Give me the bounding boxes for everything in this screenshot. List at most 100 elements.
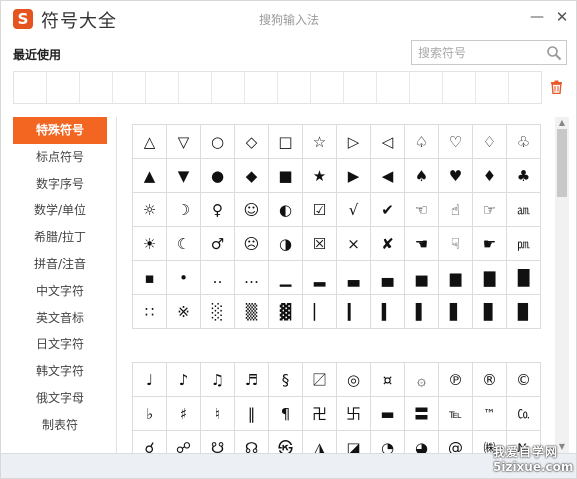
sidebar-item-2[interactable]: 数字序号 — [13, 171, 107, 198]
recent-symbol-cell[interactable] — [377, 72, 410, 103]
symbol-cell[interactable]: ▬ — [371, 397, 405, 431]
symbol-cell[interactable]: ▂ — [303, 261, 337, 295]
symbol-cell[interactable]: ◀ — [371, 159, 405, 193]
symbol-cell[interactable]: ♀ — [201, 193, 235, 227]
symbol-cell[interactable]: ☺ — [235, 193, 269, 227]
recent-symbol-cell[interactable] — [344, 72, 377, 103]
symbol-cell[interactable]: 卐 — [337, 397, 371, 431]
symbol-cell[interactable]: © — [507, 363, 541, 397]
sidebar-item-10[interactable]: 俄文字母 — [13, 385, 107, 412]
trash-icon[interactable] — [550, 80, 563, 94]
symbol-cell[interactable]: ✔ — [371, 193, 405, 227]
symbol-cell[interactable]: ㏇ — [507, 397, 541, 431]
sidebar-item-5[interactable]: 拼音/注音 — [13, 251, 107, 278]
symbol-cell[interactable]: ☽ — [167, 193, 201, 227]
symbol-cell[interactable]: ♩ — [133, 363, 167, 397]
symbol-cell[interactable]: ♧ — [507, 125, 541, 159]
symbol-cell[interactable]: ♢ — [473, 125, 507, 159]
symbol-cell[interactable]: ▓ — [269, 295, 303, 329]
symbol-cell[interactable]: ○ — [201, 125, 235, 159]
symbol-cell[interactable]: ▅ — [405, 261, 439, 295]
symbol-cell[interactable]: ¤ — [371, 363, 405, 397]
symbol-cell[interactable]: ▊ — [473, 295, 507, 329]
recent-symbol-cell[interactable] — [311, 72, 344, 103]
symbol-cell[interactable]: ☹ — [235, 227, 269, 261]
symbol-cell[interactable]: ‥ — [201, 261, 235, 295]
symbol-cell[interactable]: ◕ — [405, 431, 439, 453]
symbol-cell[interactable]: ♬ — [235, 363, 269, 397]
symbol-cell[interactable]: ※ — [167, 295, 201, 329]
symbol-cell[interactable]: ۞ — [405, 363, 439, 397]
sidebar-item-0[interactable]: 特殊符号 — [13, 117, 107, 144]
symbol-cell[interactable]: ▪ — [133, 261, 167, 295]
symbol-cell[interactable]: ☼ — [133, 193, 167, 227]
symbol-cell[interactable]: ◐ — [269, 193, 303, 227]
symbol-cell[interactable]: √ — [337, 193, 371, 227]
recent-symbol-cell[interactable] — [212, 72, 245, 103]
symbol-cell[interactable]: ▶ — [337, 159, 371, 193]
symbol-cell[interactable]: ☊ — [235, 431, 269, 453]
symbol-cell[interactable]: ☆ — [303, 125, 337, 159]
symbol-cell[interactable]: ♤ — [405, 125, 439, 159]
sidebar-item-4[interactable]: 希腊/拉丁 — [13, 224, 107, 251]
symbol-cell[interactable]: ♂ — [201, 227, 235, 261]
symbol-cell[interactable]: ☟ — [439, 227, 473, 261]
recent-symbol-cell[interactable] — [410, 72, 443, 103]
symbol-cell[interactable]: ☍ — [167, 431, 201, 453]
symbol-cell[interactable]: ▋ — [439, 295, 473, 329]
sidebar-item-11[interactable]: 制表符 — [13, 412, 107, 439]
symbol-cell[interactable]: ✘ — [371, 227, 405, 261]
minimize-button[interactable]: — — [529, 9, 545, 27]
symbol-cell[interactable]: ♫ — [201, 363, 235, 397]
recent-symbol-cell[interactable] — [476, 72, 509, 103]
symbol-cell[interactable]: △ — [133, 125, 167, 159]
symbol-cell[interactable]: ♣ — [507, 159, 541, 193]
symbol-cell[interactable]: ♯ — [167, 397, 201, 431]
recent-symbol-cell[interactable] — [245, 72, 278, 103]
symbol-cell[interactable]: ☾ — [167, 227, 201, 261]
symbol-cell[interactable]: ▼ — [167, 159, 201, 193]
symbol-cell[interactable]: 〼 — [303, 363, 337, 397]
symbol-cell[interactable]: 卍 — [303, 397, 337, 431]
symbol-cell[interactable]: ▃ — [337, 261, 371, 295]
recent-symbol-cell[interactable] — [14, 72, 47, 103]
scroll-up-icon[interactable]: ▲ — [555, 117, 569, 129]
symbol-cell[interactable]: ㏂ — [507, 193, 541, 227]
symbol-cell[interactable]: ■ — [269, 159, 303, 193]
sidebar-item-8[interactable]: 日文字符 — [13, 331, 107, 358]
symbol-cell[interactable]: ☚ — [405, 227, 439, 261]
symbol-cell[interactable]: ▽ — [167, 125, 201, 159]
recent-symbol-cell[interactable] — [146, 72, 179, 103]
symbol-cell[interactable]: ♦ — [473, 159, 507, 193]
symbol-cell[interactable]: ▄ — [371, 261, 405, 295]
symbol-cell[interactable]: × — [337, 227, 371, 261]
close-button[interactable]: ✕ — [554, 8, 570, 26]
symbol-cell[interactable]: ♮ — [201, 397, 235, 431]
symbol-cell[interactable]: ▉ — [507, 295, 541, 329]
symbol-cell[interactable]: ☌ — [133, 431, 167, 453]
symbol-cell[interactable]: ◪ — [337, 431, 371, 453]
symbol-cell[interactable]: ▒ — [235, 295, 269, 329]
recent-symbol-cell[interactable] — [278, 72, 311, 103]
symbol-cell[interactable]: ♭ — [133, 397, 167, 431]
symbol-cell[interactable]: ♥ — [439, 159, 473, 193]
recent-symbol-cell[interactable] — [47, 72, 80, 103]
symbol-cell[interactable]: ◔ — [371, 431, 405, 453]
recent-symbol-cell[interactable] — [113, 72, 146, 103]
scrollbar[interactable]: ▲ ▼ — [555, 117, 569, 453]
symbol-cell[interactable]: ☀ — [133, 227, 167, 261]
recent-symbol-cell[interactable] — [179, 72, 212, 103]
symbol-cell[interactable]: ☑ — [303, 193, 337, 227]
symbol-cell[interactable]: @ — [439, 431, 473, 453]
symbol-cell[interactable]: ◮ — [303, 431, 337, 453]
symbol-cell[interactable]: ☒ — [303, 227, 337, 261]
symbol-cell[interactable]: □ — [269, 125, 303, 159]
symbol-cell[interactable]: ™ — [473, 397, 507, 431]
symbol-cell[interactable]: ℗ — [439, 363, 473, 397]
symbol-cell[interactable]: ▆ — [439, 261, 473, 295]
symbol-cell[interactable]: ▲ — [133, 159, 167, 193]
symbol-cell[interactable]: 〓 — [405, 397, 439, 431]
symbol-cell[interactable]: ♪ — [167, 363, 201, 397]
symbol-cell[interactable]: ‖ — [235, 397, 269, 431]
symbol-cell[interactable]: ☝ — [439, 193, 473, 227]
